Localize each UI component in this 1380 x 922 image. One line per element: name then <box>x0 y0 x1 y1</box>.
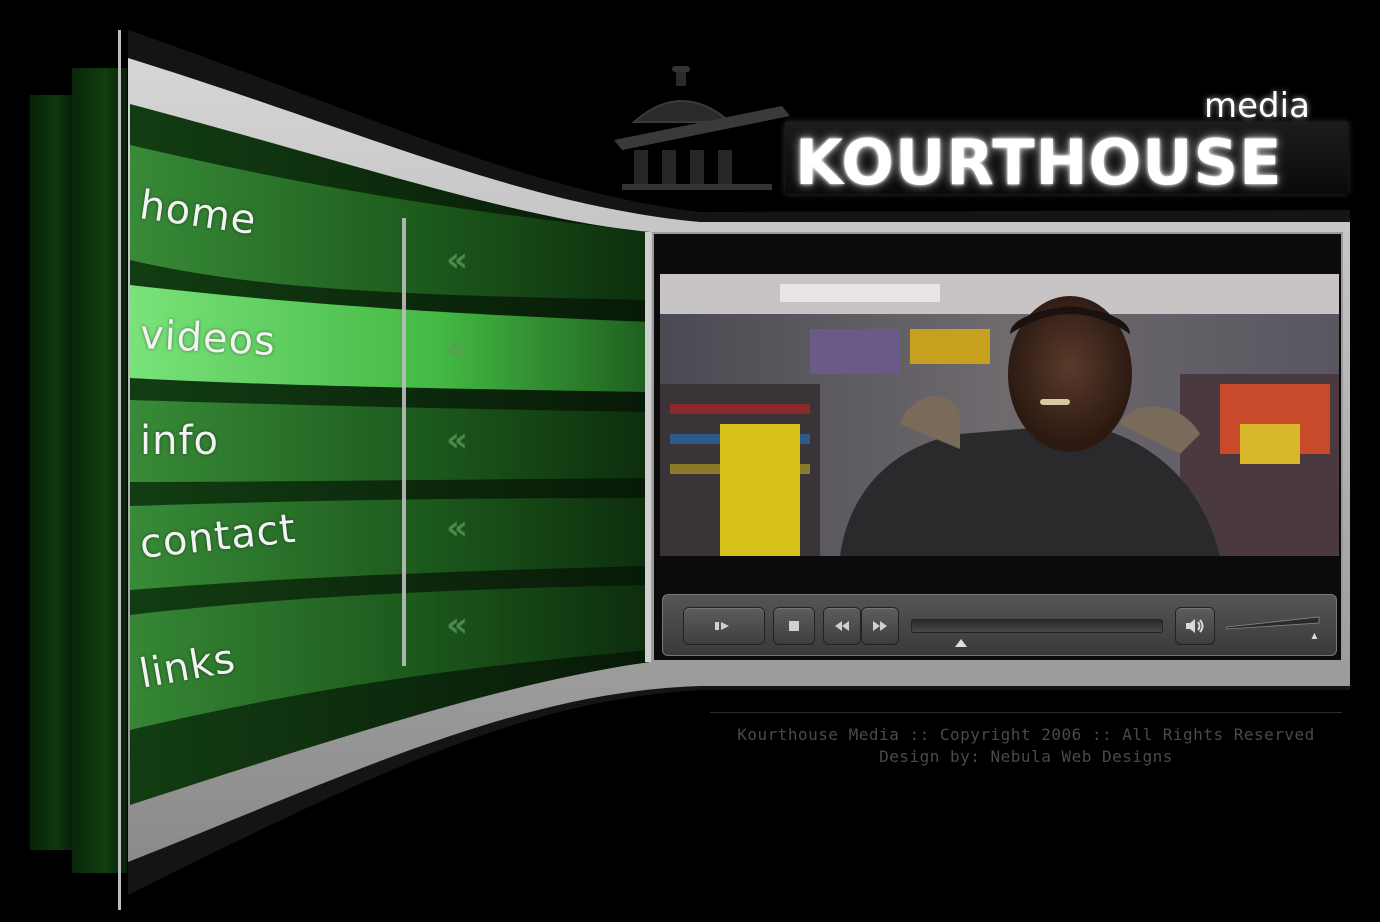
courthouse-logo-icon <box>614 66 790 190</box>
stop-icon <box>789 621 799 631</box>
video-player <box>652 232 1343 662</box>
double-chevron-left-icon: « <box>446 240 468 280</box>
video-frame[interactable] <box>660 274 1339 556</box>
footer-divider <box>710 712 1342 713</box>
play-button[interactable] <box>683 607 765 645</box>
stop-button[interactable] <box>773 607 815 645</box>
volume-slider[interactable] <box>1225 613 1325 643</box>
volume-button[interactable] <box>1175 607 1215 645</box>
copyright-text: Kourthouse Media :: Copyright 2006 :: Al… <box>737 725 1315 744</box>
nav-videos-link[interactable]: videos <box>139 312 277 365</box>
fast-forward-button[interactable] <box>861 607 899 645</box>
page: home videos info contact links « « « « «… <box>0 0 1380 922</box>
logo-tagline: media <box>1204 86 1310 126</box>
double-chevron-left-icon: « <box>446 605 468 645</box>
player-controls <box>662 594 1337 656</box>
designer-credit[interactable]: Design by: Nebula Web Designs <box>710 746 1342 768</box>
logo-wordmark[interactable]: KOURTHOUSE <box>795 126 1345 199</box>
fast-forward-icon <box>873 621 887 631</box>
seek-bar[interactable] <box>911 619 1163 633</box>
speaker-icon <box>1186 619 1204 633</box>
nav-info-link[interactable]: info <box>140 418 219 464</box>
double-chevron-left-icon: « <box>446 420 468 460</box>
footer: Kourthouse Media :: Copyright 2006 :: Al… <box>710 724 1342 768</box>
double-chevron-left-icon: « <box>446 330 468 370</box>
rewind-button[interactable] <box>823 607 861 645</box>
double-chevron-left-icon: « <box>446 508 468 548</box>
seek-handle[interactable] <box>955 639 968 647</box>
video-still-image <box>660 274 1339 556</box>
play-icon <box>715 622 729 630</box>
rewind-icon <box>835 621 849 631</box>
